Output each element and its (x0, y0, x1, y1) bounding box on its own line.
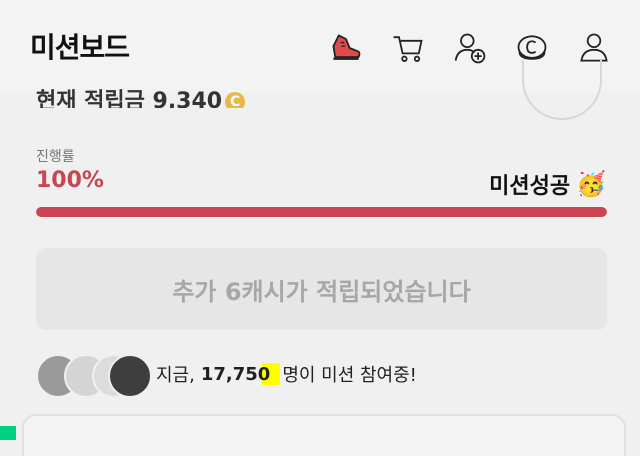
cart-icon[interactable] (388, 28, 428, 68)
mission-status: 미션성공 🥳 (489, 168, 606, 200)
avatar-stack (36, 352, 152, 398)
shoe-icon[interactable] (326, 28, 366, 68)
participants-text: 지금, 17,750 명이 미션 참여중! (156, 361, 417, 387)
reward-message: 추가 6캐시가 적립되었습니다 (172, 277, 471, 306)
progress-fill (36, 207, 607, 217)
participant-count: 17,750 (200, 363, 271, 385)
participants-row: 지금, 17,750 명이 미션 참여중! (36, 352, 417, 398)
add-friend-icon[interactable] (450, 28, 490, 68)
party-icon: 🥳 (576, 170, 606, 198)
participants-prefix: 지금, (156, 365, 195, 386)
green-marker (0, 426, 16, 440)
coin-icon: C (225, 92, 246, 108)
profile-circle (522, 60, 602, 120)
avatar (108, 354, 152, 398)
progress-bar (36, 207, 607, 217)
participants-suffix: 명이 미션 참여중! (282, 365, 417, 386)
reward-message-box[interactable]: 추가 6캐시가 적립되었습니다 (36, 248, 607, 330)
mission-status-label: 미션성공 (489, 174, 571, 199)
page-title: 미션보드 (30, 31, 130, 64)
progress-percent: 100% (36, 168, 104, 193)
next-card (22, 414, 626, 456)
balance-text: 현재 적립금 9,340 C (36, 82, 246, 108)
progress-label: 진행률 (36, 149, 75, 165)
